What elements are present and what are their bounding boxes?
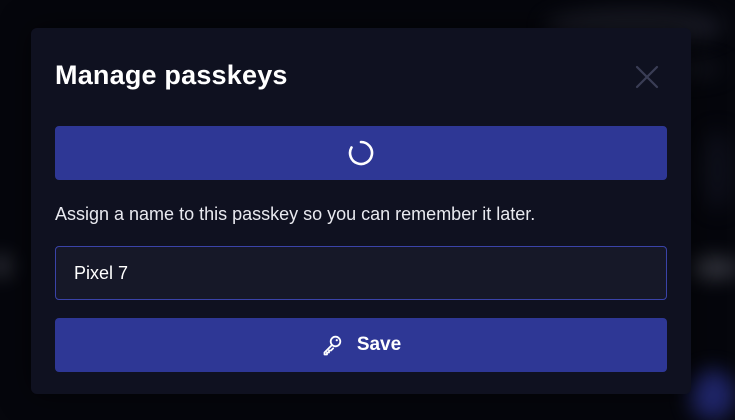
save-button[interactable]: Save <box>55 318 667 372</box>
passkey-name-hint: Assign a name to this passkey so you can… <box>55 204 536 224</box>
dialog-title: Manage passkeys <box>55 60 288 90</box>
manage-passkeys-dialog: Manage passkeys Assign a name to this pa… <box>31 28 691 394</box>
create-passkey-button-loading[interactable] <box>55 126 667 180</box>
passkey-name-input[interactable] <box>55 246 667 300</box>
loading-spinner-icon <box>348 140 374 166</box>
key-icon <box>321 334 343 356</box>
save-button-label: Save <box>356 334 402 355</box>
close-icon <box>635 65 659 89</box>
close-button[interactable] <box>634 64 660 90</box>
backdrop-blur <box>690 258 735 278</box>
backdrop-blur <box>700 130 735 210</box>
backdrop-blur <box>690 370 735 420</box>
backdrop-blur <box>0 255 12 277</box>
